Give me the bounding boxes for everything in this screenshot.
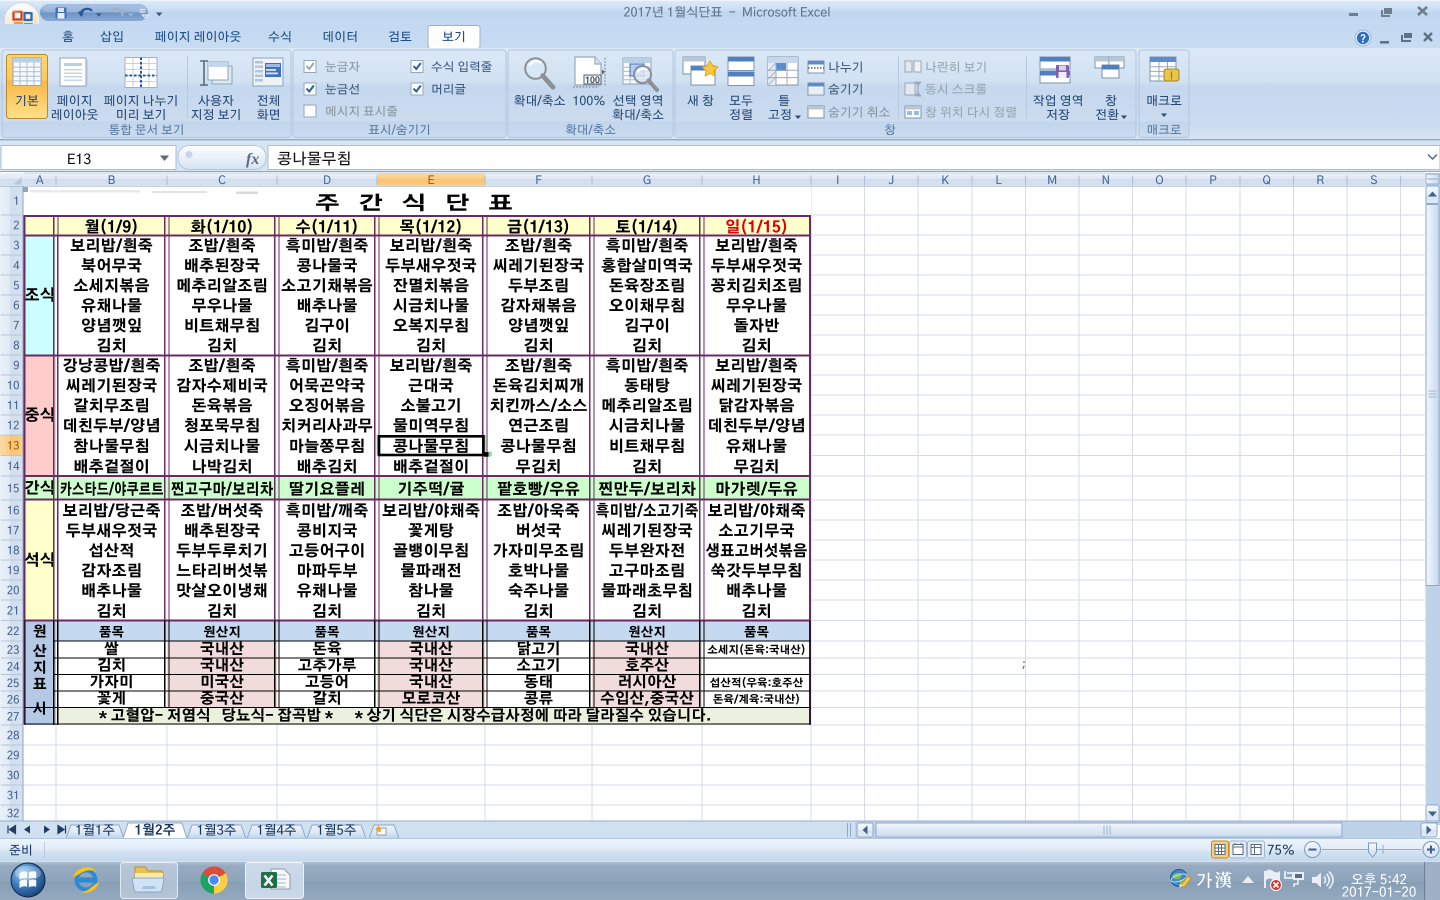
svg-text:fx: fx xyxy=(246,151,259,168)
